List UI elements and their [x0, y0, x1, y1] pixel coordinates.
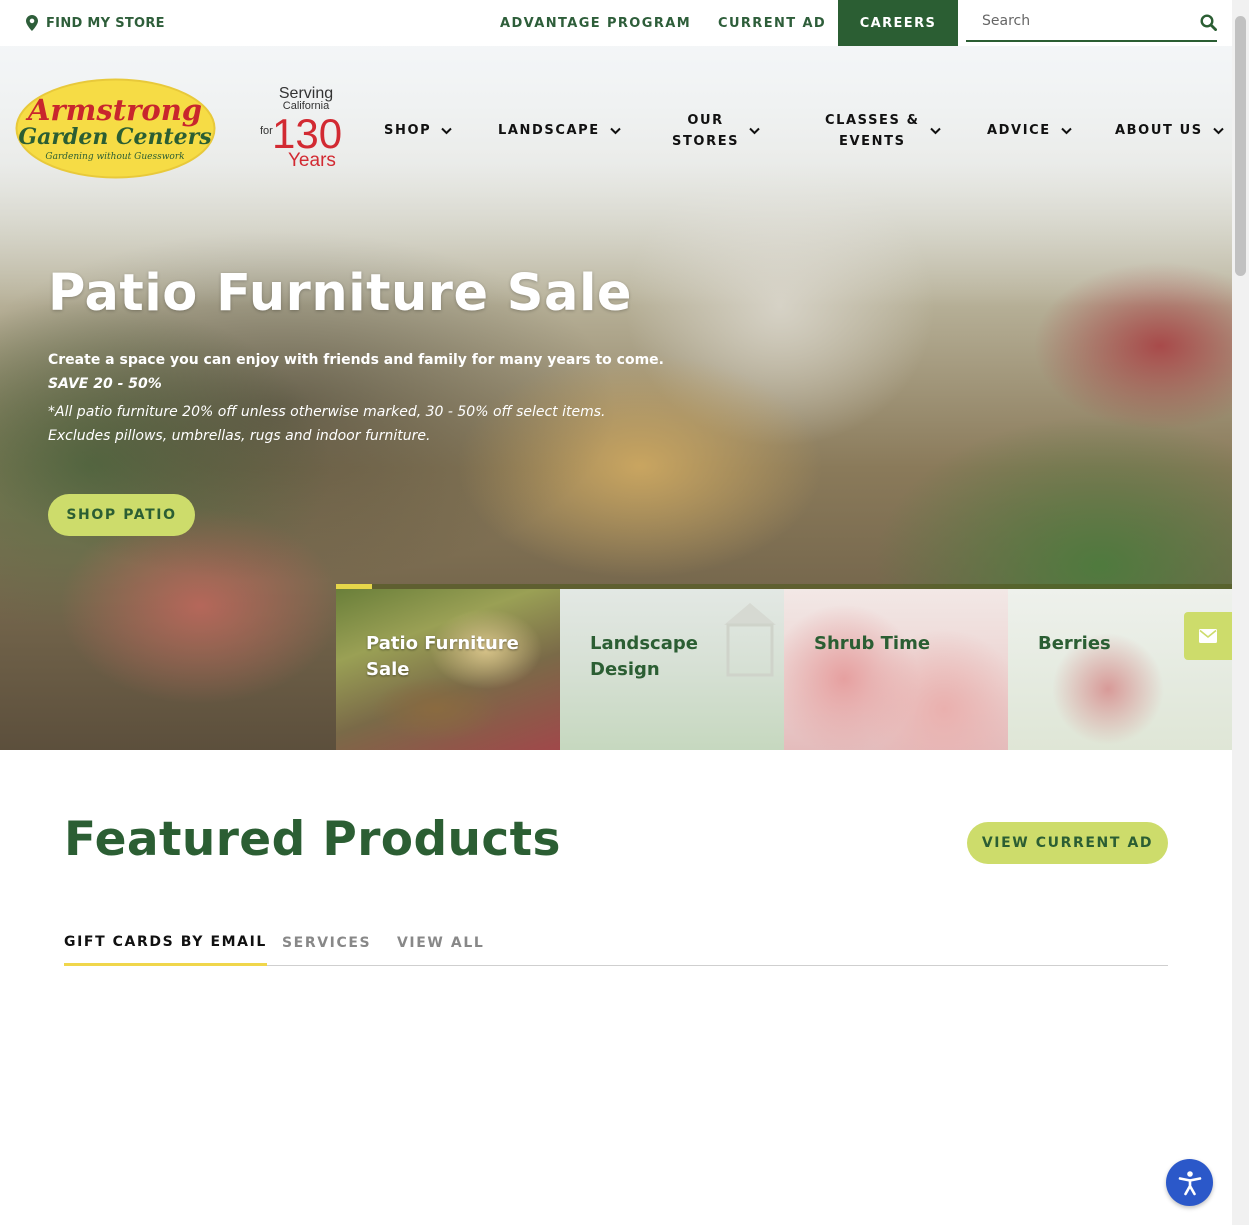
chevron-down-icon [1061, 127, 1072, 134]
nav-our-stores[interactable]: OUR STORES [672, 110, 760, 152]
hero-subtitle: Create a space you can enjoy with friend… [48, 352, 664, 368]
accessibility-button[interactable] [1166, 1159, 1213, 1206]
nav-advice-label: ADVICE [987, 123, 1051, 138]
nav-classes-line1: CLASSES & [825, 113, 920, 128]
tab-services[interactable]: SERVICES [282, 920, 371, 966]
map-pin-icon [26, 15, 38, 31]
badge-years: Years [288, 150, 336, 171]
featured-tabs: GIFT CARDS BY EMAIL SERVICES VIEW ALL [64, 920, 1168, 966]
envelope-icon [1199, 629, 1217, 643]
nav-our-stores-label: OUR STORES [672, 110, 739, 152]
slide-thumb-label: Berries [1038, 633, 1111, 654]
tab-gift-cards[interactable]: GIFT CARDS BY EMAIL [64, 920, 267, 966]
email-signup-tab[interactable] [1184, 612, 1232, 660]
hero-disclaimer: *All patio furniture 20% off unless othe… [48, 404, 606, 444]
slide-thumb-label: Shrub Time [814, 633, 931, 654]
utility-bar: FIND MY STORE ADVANTAGE PROGRAM CURRENT … [0, 0, 1232, 46]
nav-classes-line2: EVENTS [839, 134, 906, 149]
nav-landscape[interactable]: LANDSCAPE [498, 120, 621, 141]
advantage-program-link[interactable]: ADVANTAGE PROGRAM [500, 0, 691, 46]
chevron-down-icon [929, 127, 941, 135]
slide-thumb-label: Patio Furniture Sale [366, 633, 519, 680]
find-my-store-label: FIND MY STORE [46, 15, 165, 31]
view-current-ad-button[interactable]: VIEW CURRENT AD [967, 822, 1168, 864]
hero-title: Patio Furniture Sale [48, 264, 633, 323]
nav-advice[interactable]: ADVICE [987, 120, 1072, 141]
current-ad-link[interactable]: CURRENT AD [718, 0, 826, 46]
nav-shop-label: SHOP [384, 123, 432, 138]
nav-our-stores-line1: OUR [687, 113, 724, 128]
logo-tagline: Gardening without Guesswork [45, 152, 184, 162]
nav-classes-events[interactable]: CLASSES & EVENTS [825, 110, 941, 152]
accessibility-person-icon [1178, 1170, 1201, 1195]
serving-california-badge: Serving California for 130 Years [260, 85, 342, 171]
careers-button[interactable]: CAREERS [838, 0, 958, 46]
slide-thumb-shrub[interactable]: Shrub Time [784, 589, 1008, 750]
slide-thumb-landscape[interactable]: Landscape Design [560, 589, 784, 750]
nav-about-us[interactable]: ABOUT US [1115, 120, 1224, 141]
search-input[interactable] [966, 2, 1176, 40]
chevron-down-icon [610, 127, 621, 134]
search-icon[interactable] [1200, 14, 1217, 31]
nav-our-stores-line2: STORES [672, 134, 740, 149]
logo-line1: Armstrong [25, 93, 202, 127]
logo-line2: Garden Centers [18, 124, 211, 150]
nav-classes-events-label: CLASSES & EVENTS [825, 110, 920, 152]
search-box [966, 2, 1217, 42]
find-my-store-link[interactable]: FIND MY STORE [26, 0, 165, 46]
armstrong-logo[interactable]: Armstrong Garden Centers Gardening witho… [15, 78, 216, 179]
scrollbar-thumb[interactable] [1235, 16, 1246, 276]
chevron-down-icon [441, 127, 452, 134]
slide-thumb-label: Landscape Design [590, 633, 698, 680]
nav-about-us-label: ABOUT US [1115, 123, 1203, 138]
slide-thumbnails: Patio Furniture Sale Landscape Design Sh… [336, 584, 1232, 750]
shop-patio-button[interactable]: SHOP PATIO [48, 494, 195, 536]
hero-save-text: SAVE 20 - 50% [48, 376, 162, 392]
slide-thumb-patio[interactable]: Patio Furniture Sale [336, 589, 560, 750]
nav-shop[interactable]: SHOP [384, 120, 452, 141]
tab-view-all[interactable]: VIEW ALL [397, 920, 484, 966]
featured-products-title: Featured Products [64, 812, 561, 867]
hero-banner: Armstrong Garden Centers Gardening witho… [0, 46, 1232, 750]
chevron-down-icon [749, 127, 760, 135]
nav-landscape-label: LANDSCAPE [498, 123, 600, 138]
chevron-down-icon [1212, 127, 1224, 134]
